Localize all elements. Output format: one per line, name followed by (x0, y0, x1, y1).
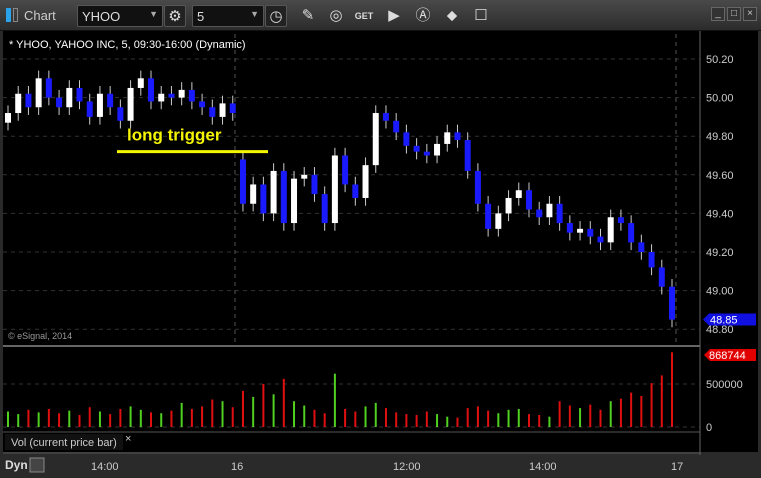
candle (342, 155, 349, 185)
candle (250, 184, 257, 204)
candle (495, 213, 502, 229)
candle (382, 113, 389, 121)
candle (229, 103, 236, 114)
candle (669, 286, 675, 320)
chart-header: * YHOO, YAHOO INC, 5, 09:30-16:00 (Dynam… (9, 39, 246, 51)
candle (587, 228, 594, 237)
candle (239, 159, 246, 204)
volume-axis-label: 500000 (706, 379, 743, 391)
candle (556, 203, 563, 224)
candle (107, 93, 114, 108)
time-label: 14:00 (91, 461, 119, 473)
candle (464, 140, 471, 171)
candle (260, 184, 267, 214)
price-axis-label: 49.60 (706, 170, 734, 182)
candle (127, 87, 134, 121)
candle (35, 78, 42, 108)
candle (96, 93, 103, 117)
candle (454, 132, 461, 141)
candle (362, 165, 369, 198)
candle (321, 194, 328, 224)
volume-axis-label: 0 (706, 422, 712, 434)
candle (444, 132, 451, 144)
candle (270, 170, 277, 214)
candle (525, 190, 532, 210)
candle (66, 87, 73, 108)
candle (331, 155, 338, 224)
candle (505, 197, 512, 214)
price-axis-label: 50.00 (706, 93, 734, 105)
candle (188, 89, 195, 102)
candle (638, 242, 645, 252)
price-axis-label: 49.80 (706, 131, 734, 143)
candle (311, 174, 318, 195)
price-axis-label: 50.20 (706, 54, 734, 66)
lock-icon[interactable] (29, 457, 45, 473)
volume-bars (7, 352, 673, 427)
candle (393, 120, 400, 133)
candle (178, 89, 185, 98)
candle (597, 236, 604, 243)
candle (117, 107, 124, 121)
close-study-icon[interactable]: × (125, 433, 131, 445)
candle (403, 132, 410, 146)
time-label: 16 (231, 461, 243, 473)
candle (607, 217, 614, 243)
candle (280, 170, 287, 224)
candle (168, 93, 175, 98)
candle (219, 103, 226, 117)
candle (291, 178, 298, 224)
candle (628, 223, 635, 243)
price-axis-label: 49.00 (706, 286, 734, 298)
candle (566, 223, 573, 233)
time-label: 17 (671, 461, 683, 473)
last-volume-value: 868744 (709, 350, 746, 362)
time-label: 12:00 (393, 461, 421, 473)
candle (158, 93, 165, 102)
candle (45, 78, 52, 98)
candle (137, 78, 144, 88)
candle (209, 107, 216, 117)
candle (5, 113, 11, 123)
candle (577, 228, 584, 233)
candle (434, 143, 441, 156)
candle (301, 174, 308, 179)
candle (485, 203, 492, 229)
candle (536, 209, 543, 218)
chart-svg[interactable]: * YHOO, YAHOO INC, 5, 09:30-16:00 (Dynam… (0, 0, 761, 478)
candle (148, 78, 155, 102)
candle (86, 101, 93, 117)
candle (372, 113, 379, 166)
candles (5, 70, 675, 328)
candle (648, 252, 655, 268)
candle (474, 170, 481, 204)
candle (546, 203, 553, 218)
time-label: 14:00 (529, 461, 557, 473)
candle (515, 190, 522, 198)
last-price-value: 48.85 (710, 315, 738, 327)
dynamic-mode-label[interactable]: Dyn (5, 458, 28, 472)
long-trigger-label: long trigger (127, 126, 222, 145)
candle (56, 97, 63, 108)
candle (199, 101, 206, 108)
price-axis-label: 49.20 (706, 247, 734, 259)
candle (15, 93, 22, 114)
volume-study-title: Vol (current price bar) (11, 437, 117, 449)
candle (658, 267, 665, 287)
candle (25, 93, 32, 108)
price-axis-label: 49.40 (706, 208, 734, 220)
candle (413, 145, 420, 152)
candle (617, 217, 624, 224)
copyright-text: © eSignal, 2014 (8, 331, 72, 341)
candle (352, 184, 359, 198)
candle (76, 87, 83, 102)
candle (423, 151, 430, 156)
